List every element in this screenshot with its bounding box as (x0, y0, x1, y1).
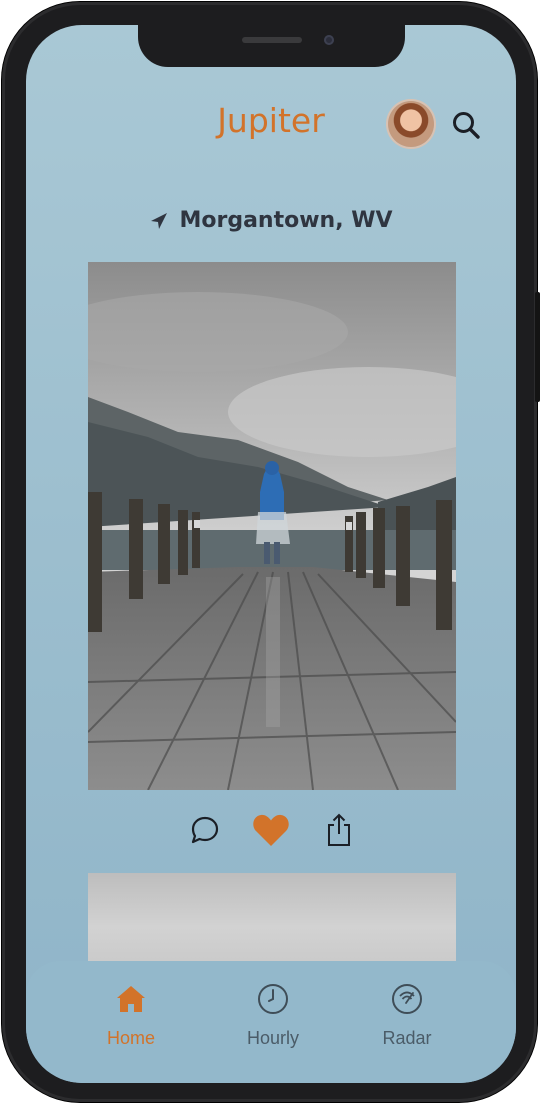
clock-icon (258, 984, 288, 1014)
front-camera (324, 35, 334, 45)
phone-notch (138, 25, 405, 67)
location-label[interactable]: Morgantown, WV (26, 208, 516, 233)
app-title: Jupiter (217, 101, 325, 140)
speaker-grille (242, 37, 302, 43)
phone-frame: Jupiter Morgantown, WV Home Hourly Radar (2, 2, 540, 1102)
bottom-tab-bar: Home Hourly Radar (26, 961, 516, 1083)
location-arrow-icon (151, 212, 168, 229)
share-button[interactable] (319, 810, 359, 850)
heart-icon (253, 814, 289, 846)
comment-button[interactable] (185, 810, 225, 850)
location-text: Morgantown, WV (179, 208, 393, 233)
phone-side-button (535, 292, 540, 402)
like-button[interactable] (251, 810, 291, 850)
post-actions (26, 810, 516, 850)
home-icon (117, 986, 145, 1012)
tab-hourly-label: Hourly (246, 1028, 299, 1048)
tab-radar[interactable]: Radar (352, 983, 462, 1049)
tab-home-label: Home (106, 1028, 155, 1048)
profile-avatar[interactable] (388, 101, 434, 147)
share-icon (328, 813, 350, 846)
post-photo[interactable] (88, 262, 456, 790)
app-screen: Jupiter Morgantown, WV Home Hourly Radar (26, 25, 516, 1083)
comment-icon (191, 816, 219, 844)
radar-icon (392, 984, 422, 1014)
tab-radar-label: Radar (382, 1028, 432, 1048)
search-button[interactable] (450, 109, 482, 141)
search-icon (453, 112, 480, 139)
tab-hourly[interactable]: Hourly (218, 983, 328, 1049)
tab-home[interactable]: Home (76, 983, 186, 1049)
